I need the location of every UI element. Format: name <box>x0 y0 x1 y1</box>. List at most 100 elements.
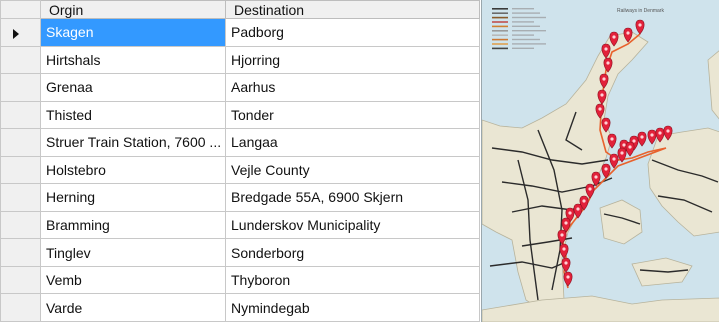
map-pin-icon[interactable] <box>625 141 635 157</box>
map-pin-icon[interactable] <box>561 257 571 273</box>
legend-swatch <box>492 8 508 10</box>
legend-label <box>512 8 534 10</box>
map-pin-dot <box>588 187 592 191</box>
legend-swatch <box>492 30 508 32</box>
map-legend <box>492 8 546 50</box>
map-pin-dot <box>606 61 610 65</box>
origin-cell[interactable]: Skagen <box>40 18 226 47</box>
map-pin-dot <box>600 93 604 97</box>
destination-cell[interactable]: Padborg <box>225 18 480 47</box>
map-pin-dot <box>650 133 654 137</box>
row-header[interactable] <box>0 128 41 157</box>
legend-label <box>512 25 540 27</box>
grid-header-row: Orgin Destination <box>0 0 480 19</box>
destination-cell[interactable]: Thyboron <box>225 265 480 295</box>
map-pin-icon[interactable] <box>647 129 657 145</box>
legend-swatch <box>492 25 508 28</box>
map-pin-dot <box>632 139 636 143</box>
legend-swatch <box>492 38 508 41</box>
map-pin-dot <box>564 261 568 265</box>
map-pin-dot <box>612 157 616 161</box>
legend-swatch <box>492 47 508 50</box>
legend-swatch <box>492 12 508 14</box>
legend-label <box>512 12 540 14</box>
map-pin-dot <box>604 121 608 125</box>
destination-cell[interactable]: Langaa <box>225 128 480 157</box>
row-header[interactable] <box>0 265 41 295</box>
table-row[interactable]: Thisted Tonder <box>0 100 480 130</box>
table-row[interactable]: Grenaa Aarhus <box>0 73 480 102</box>
row-header[interactable] <box>0 183 41 212</box>
map-pin-dot <box>594 175 598 179</box>
column-header-destination[interactable]: Destination <box>225 0 480 19</box>
map-pin-dot <box>602 77 606 81</box>
corner-header[interactable] <box>0 0 41 19</box>
map-pin-dot <box>598 107 602 111</box>
origin-cell[interactable]: Tinglev <box>40 238 226 267</box>
map-pin-dot <box>626 31 630 35</box>
map-pin-dot <box>628 145 632 149</box>
table-row[interactable]: Vemb Thyboron <box>0 265 480 295</box>
map-title: Railways in Denmark <box>617 8 664 14</box>
destination-cell[interactable]: Vejle County <box>225 155 480 185</box>
germany-land <box>482 295 719 322</box>
destination-cell[interactable]: Nymindegab <box>225 293 480 322</box>
map-pin-icon[interactable] <box>609 153 619 169</box>
map-pin-icon[interactable] <box>563 271 573 287</box>
destination-cell[interactable]: Bredgade 55A, 6900 Skjern <box>225 183 480 212</box>
row-header[interactable] <box>0 18 41 47</box>
origin-cell[interactable]: Bramming <box>40 210 226 240</box>
origin-cell[interactable]: Vemb <box>40 265 226 295</box>
current-row-icon <box>13 28 19 39</box>
table-row[interactable]: Herning Bredgade 55A, 6900 Skjern <box>0 183 480 212</box>
destination-cell[interactable]: Lunderskov Municipality <box>225 210 480 240</box>
origin-cell[interactable]: Holstebro <box>40 155 226 185</box>
table-row[interactable]: Hirtshals Hjorring <box>0 45 480 75</box>
table-row[interactable]: Tinglev Sonderborg <box>0 238 480 267</box>
destination-cell[interactable]: Tonder <box>225 100 480 130</box>
railway-map[interactable]: Railways in Denmark <box>481 0 719 322</box>
column-header-origin[interactable]: Orgin <box>40 0 226 19</box>
zealand-land <box>647 127 719 237</box>
map-pin-dot <box>566 275 570 279</box>
sweden-land <box>707 50 719 120</box>
row-header[interactable] <box>0 293 41 322</box>
origin-cell[interactable]: Grenaa <box>40 73 226 102</box>
routes-grid[interactable]: Orgin Destination Skagen Padborg Hirtshals… <box>0 0 480 322</box>
destination-cell[interactable]: Sonderborg <box>225 238 480 267</box>
origin-cell[interactable]: Hirtshals <box>40 45 226 75</box>
table-row[interactable]: Bramming Lunderskov Municipality <box>0 210 480 240</box>
legend-swatch <box>492 43 508 45</box>
destination-cell[interactable]: Aarhus <box>225 73 480 102</box>
row-header[interactable] <box>0 155 41 185</box>
map-pin-dot <box>604 167 608 171</box>
destination-cell[interactable]: Hjorring <box>225 45 480 75</box>
legend-label <box>512 16 546 19</box>
row-header[interactable] <box>0 45 41 75</box>
legend-label <box>512 38 540 41</box>
map-pin-dot <box>620 151 624 155</box>
table-row[interactable]: Varde Nymindegab <box>0 293 480 322</box>
legend-label <box>512 21 534 23</box>
map-pin-icon[interactable] <box>635 19 645 35</box>
table-row[interactable]: Holstebro Vejle County <box>0 155 480 185</box>
map-pin-dot <box>576 207 580 211</box>
row-header[interactable] <box>0 210 41 240</box>
map-pin-dot <box>638 23 642 27</box>
table-row[interactable]: Struer Train Station, 7600 ... Langaa <box>0 128 480 157</box>
row-header[interactable] <box>0 238 41 267</box>
legend-swatch <box>492 34 508 36</box>
map-pin-dot <box>640 135 644 139</box>
legend-label <box>512 34 534 36</box>
origin-cell[interactable]: Herning <box>40 183 226 212</box>
map-pin-dot <box>622 143 626 147</box>
origin-cell[interactable]: Struer Train Station, 7600 ... <box>40 128 226 157</box>
map-pin-dot <box>564 221 568 225</box>
table-row[interactable]: Skagen Padborg <box>0 18 480 47</box>
row-header[interactable] <box>0 100 41 130</box>
map-pin-icon[interactable] <box>637 131 647 147</box>
map-canvas[interactable]: Railways in Denmark <box>482 0 719 322</box>
row-header[interactable] <box>0 73 41 102</box>
origin-cell[interactable]: Varde <box>40 293 226 322</box>
origin-cell[interactable]: Thisted <box>40 100 226 130</box>
